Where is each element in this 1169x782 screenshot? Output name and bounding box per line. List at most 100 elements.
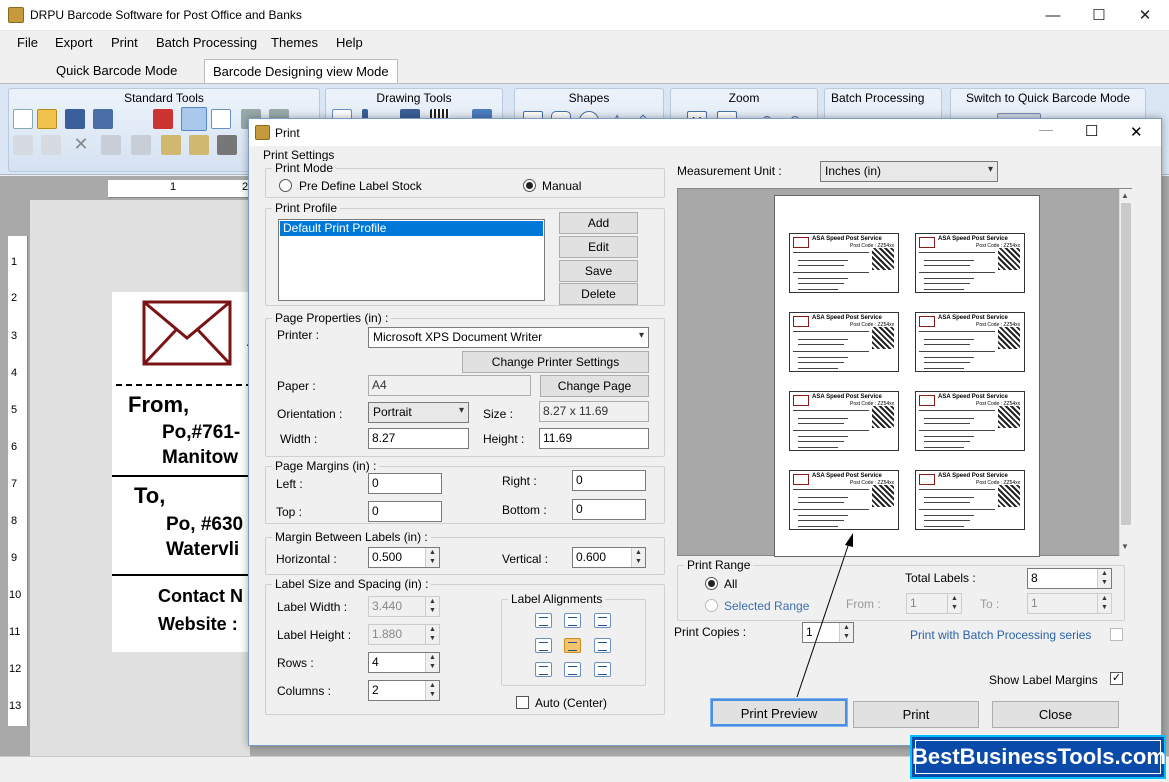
tab-barcode-designing-mode[interactable]: Barcode Designing view Mode [204,59,398,83]
delete-icon[interactable]: ✕ [71,135,91,155]
printer-select[interactable]: Microsoft XPS Document Writer ▾ [368,327,649,348]
manual-radio[interactable] [523,179,536,192]
align-bottom-left-icon[interactable] [535,662,552,677]
dialog-minimize-button[interactable]: — [1039,121,1053,137]
print-small-icon[interactable] [217,135,237,155]
auto-center-checkbox[interactable] [516,696,529,709]
close-dialog-button[interactable]: Close [992,701,1119,728]
profile-list-item[interactable]: Default Print Profile [280,221,543,236]
scroll-up-icon[interactable]: ▲ [1121,191,1129,200]
save-icon[interactable] [65,109,85,129]
align-top-center-icon[interactable] [564,613,581,628]
spinner-icon[interactable]: ▲ ▼ [839,623,853,642]
pdf-export-icon[interactable] [153,109,173,129]
orientation-label: Orientation : [277,407,343,421]
tab-quick-barcode-mode[interactable]: Quick Barcode Mode [48,59,185,83]
batch-series-checkbox[interactable] [1110,628,1123,641]
page-height-input[interactable]: 11.69 [539,428,649,449]
save-profile-button[interactable]: Save [559,260,638,282]
label-design[interactable]: A From, Po,#761- Manitow To, Po, #630 Wa… [112,292,259,652]
align-middle-center-icon[interactable] [564,638,581,653]
spinner-icon[interactable]: ▲ ▼ [631,548,645,567]
spinner-icon[interactable]: ▲ ▼ [1097,569,1111,588]
to-value: 1 [1031,596,1038,610]
print-button[interactable]: Print [853,701,979,728]
total-labels-input[interactable]: 8 ▲ ▼ [1027,568,1112,589]
menu-themes[interactable]: Themes [271,35,318,50]
divider [793,331,869,332]
top-margin-input[interactable]: 0 [368,501,442,522]
envelope-icon [919,316,935,327]
scrollbar-thumb[interactable] [1121,203,1131,525]
menu-help[interactable]: Help [336,35,363,50]
scroll-down-icon[interactable]: ▼ [1121,542,1129,551]
align-top-left-icon[interactable] [535,613,552,628]
bottom-margin-input[interactable]: 0 [572,499,646,520]
orientation-select[interactable]: Portrait ▾ [368,402,469,423]
menu-export[interactable]: Export [55,35,93,50]
menu-file[interactable]: File [17,35,38,50]
align-bottom-right-icon[interactable] [594,662,611,677]
delete-profile-button[interactable]: Delete [559,283,638,305]
menu-print[interactable]: Print [111,35,138,50]
preview-label: ASA Speed Post Service Post Code : ZZ54xx [915,312,1025,372]
grid-icon[interactable] [211,109,231,129]
change-page-button[interactable]: Change Page [540,375,649,397]
columns-input[interactable]: 2 ▲ ▼ [368,680,440,701]
show-margins-checkbox[interactable]: ✓ [1110,672,1123,685]
new-icon[interactable] [13,109,33,129]
measurement-unit-select[interactable]: Inches (in) ▾ [820,161,998,182]
preview-company: ASA Speed Post Service [938,473,1008,479]
profile-list[interactable]: Default Print Profile [278,219,545,301]
horizontal-spacing-input[interactable]: 0.500 ▲ ▼ [368,547,440,568]
preview-scrollbar[interactable]: ▲ ▼ [1119,189,1132,556]
divider [116,384,252,386]
vertical-spacing-input[interactable]: 0.600 ▲ ▼ [572,547,646,568]
save-as-icon[interactable] [93,109,113,129]
range-selected-radio[interactable] [705,599,718,612]
ruler-number: 7 [11,478,18,490]
edit-profile-button[interactable]: Edit [559,236,638,258]
align-middle-right-icon[interactable] [594,638,611,653]
lock-icon[interactable] [161,135,181,155]
batch-series-label: Print with Batch Processing series [910,628,1092,642]
spinner-icon[interactable]: ▲ ▼ [425,653,439,672]
rows-input[interactable]: 4 ▲ ▼ [368,652,440,673]
print-icon[interactable] [181,107,207,131]
menu-batch-processing[interactable]: Batch Processing [156,35,257,50]
copy-icon[interactable] [13,135,33,155]
range-all-radio[interactable] [705,577,718,590]
add-profile-button[interactable]: Add [559,212,638,234]
text-line [924,526,964,527]
unlock-icon[interactable] [189,135,209,155]
app-title: DRPU Barcode Software for Post Office an… [30,8,302,22]
minimize-button[interactable]: — [1030,0,1076,31]
paper-field[interactable]: A4 [368,375,531,396]
text-line [798,502,844,503]
envelope-icon [142,300,232,366]
dialog-close-button[interactable]: ✕ [1130,123,1143,141]
group-label[interactable]: Switch to Quick Barcode Mode [951,91,1145,105]
paste-icon[interactable] [41,135,61,155]
text-line [924,260,974,261]
group-icon[interactable] [131,135,151,155]
left-margin-input[interactable]: 0 [368,473,442,494]
right-margin-input[interactable]: 0 [572,470,646,491]
maximize-button[interactable]: ☐ [1076,0,1122,31]
print-copies-input[interactable]: 1 ▲ ▼ [802,622,854,643]
align-middle-left-icon[interactable] [535,638,552,653]
duplicate-icon[interactable] [101,135,121,155]
align-top-right-icon[interactable] [594,613,611,628]
spinner-icon[interactable]: ▲ ▼ [425,548,439,567]
print-preview-area[interactable]: ASA Speed Post Service Post Code : ZZ54xx… [677,188,1132,557]
text-line [798,344,844,345]
spinner-icon[interactable]: ▲ ▼ [425,681,439,700]
open-icon[interactable] [37,109,57,129]
align-bottom-center-icon[interactable] [564,662,581,677]
dialog-maximize-button[interactable]: ☐ [1085,122,1098,140]
print-preview-button[interactable]: Print Preview [711,699,847,726]
change-printer-settings-button[interactable]: Change Printer Settings [462,351,649,373]
close-button[interactable]: ✕ [1122,0,1168,31]
predefine-stock-radio[interactable] [279,179,292,192]
page-width-input[interactable]: 8.27 [368,428,469,449]
